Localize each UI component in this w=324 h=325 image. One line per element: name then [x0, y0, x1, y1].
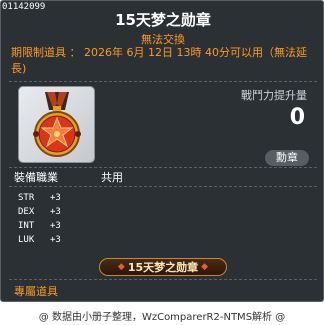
- stat-name: STR: [18, 193, 35, 203]
- expiry-text: 期限制道具 ： 2026年 6月 12日 13時 40分可以用（無法延長): [11, 46, 307, 75]
- banner-text: 15天梦之勋章: [127, 261, 199, 274]
- divider: [9, 186, 317, 187]
- stat-name: INT: [18, 221, 35, 231]
- stat-value: +3: [50, 193, 61, 203]
- item-icon-frame: [18, 86, 95, 163]
- divider: [9, 167, 317, 168]
- category-badge: 勳章: [265, 150, 309, 166]
- stat-value: +3: [50, 207, 61, 217]
- job-label: 裝備職業: [14, 171, 58, 184]
- item-title: 15天梦之勋章: [115, 11, 211, 29]
- stat-list: STR +3 DEX +3 INT +3 LUK +3: [18, 191, 61, 247]
- item-tooltip: 01142099 15天梦之勋章 無法交換 期限制道具 ： 2026年 6月 1…: [0, 0, 324, 302]
- leaf-icon: ◆: [201, 262, 209, 272]
- stat-row: LUK +3: [18, 233, 61, 247]
- exclusive-item-label: 專屬道具: [14, 285, 58, 298]
- leaf-icon: ◆: [117, 262, 125, 272]
- stat-value: +3: [50, 235, 61, 245]
- stat-row: DEX +3: [18, 205, 61, 219]
- divider: [9, 81, 317, 82]
- stat-row: STR +3: [18, 191, 61, 205]
- stat-name: LUK: [18, 235, 35, 245]
- credits-footer: @ 数据由小册子整理，WzComparerR2-NTMS解析 @: [38, 312, 286, 323]
- divider: [9, 279, 317, 280]
- power-increase-value: 0: [289, 105, 305, 130]
- power-increase-label: 戰鬥力提升量: [241, 89, 307, 102]
- stat-value: +3: [50, 221, 61, 231]
- medal-name-banner: ◆ 15天梦之勋章 ◆: [99, 258, 227, 276]
- stat-name: DEX: [18, 207, 35, 217]
- medal-icon: [32, 91, 81, 157]
- stat-row: INT +3: [18, 219, 61, 233]
- job-value: 共用: [101, 171, 123, 184]
